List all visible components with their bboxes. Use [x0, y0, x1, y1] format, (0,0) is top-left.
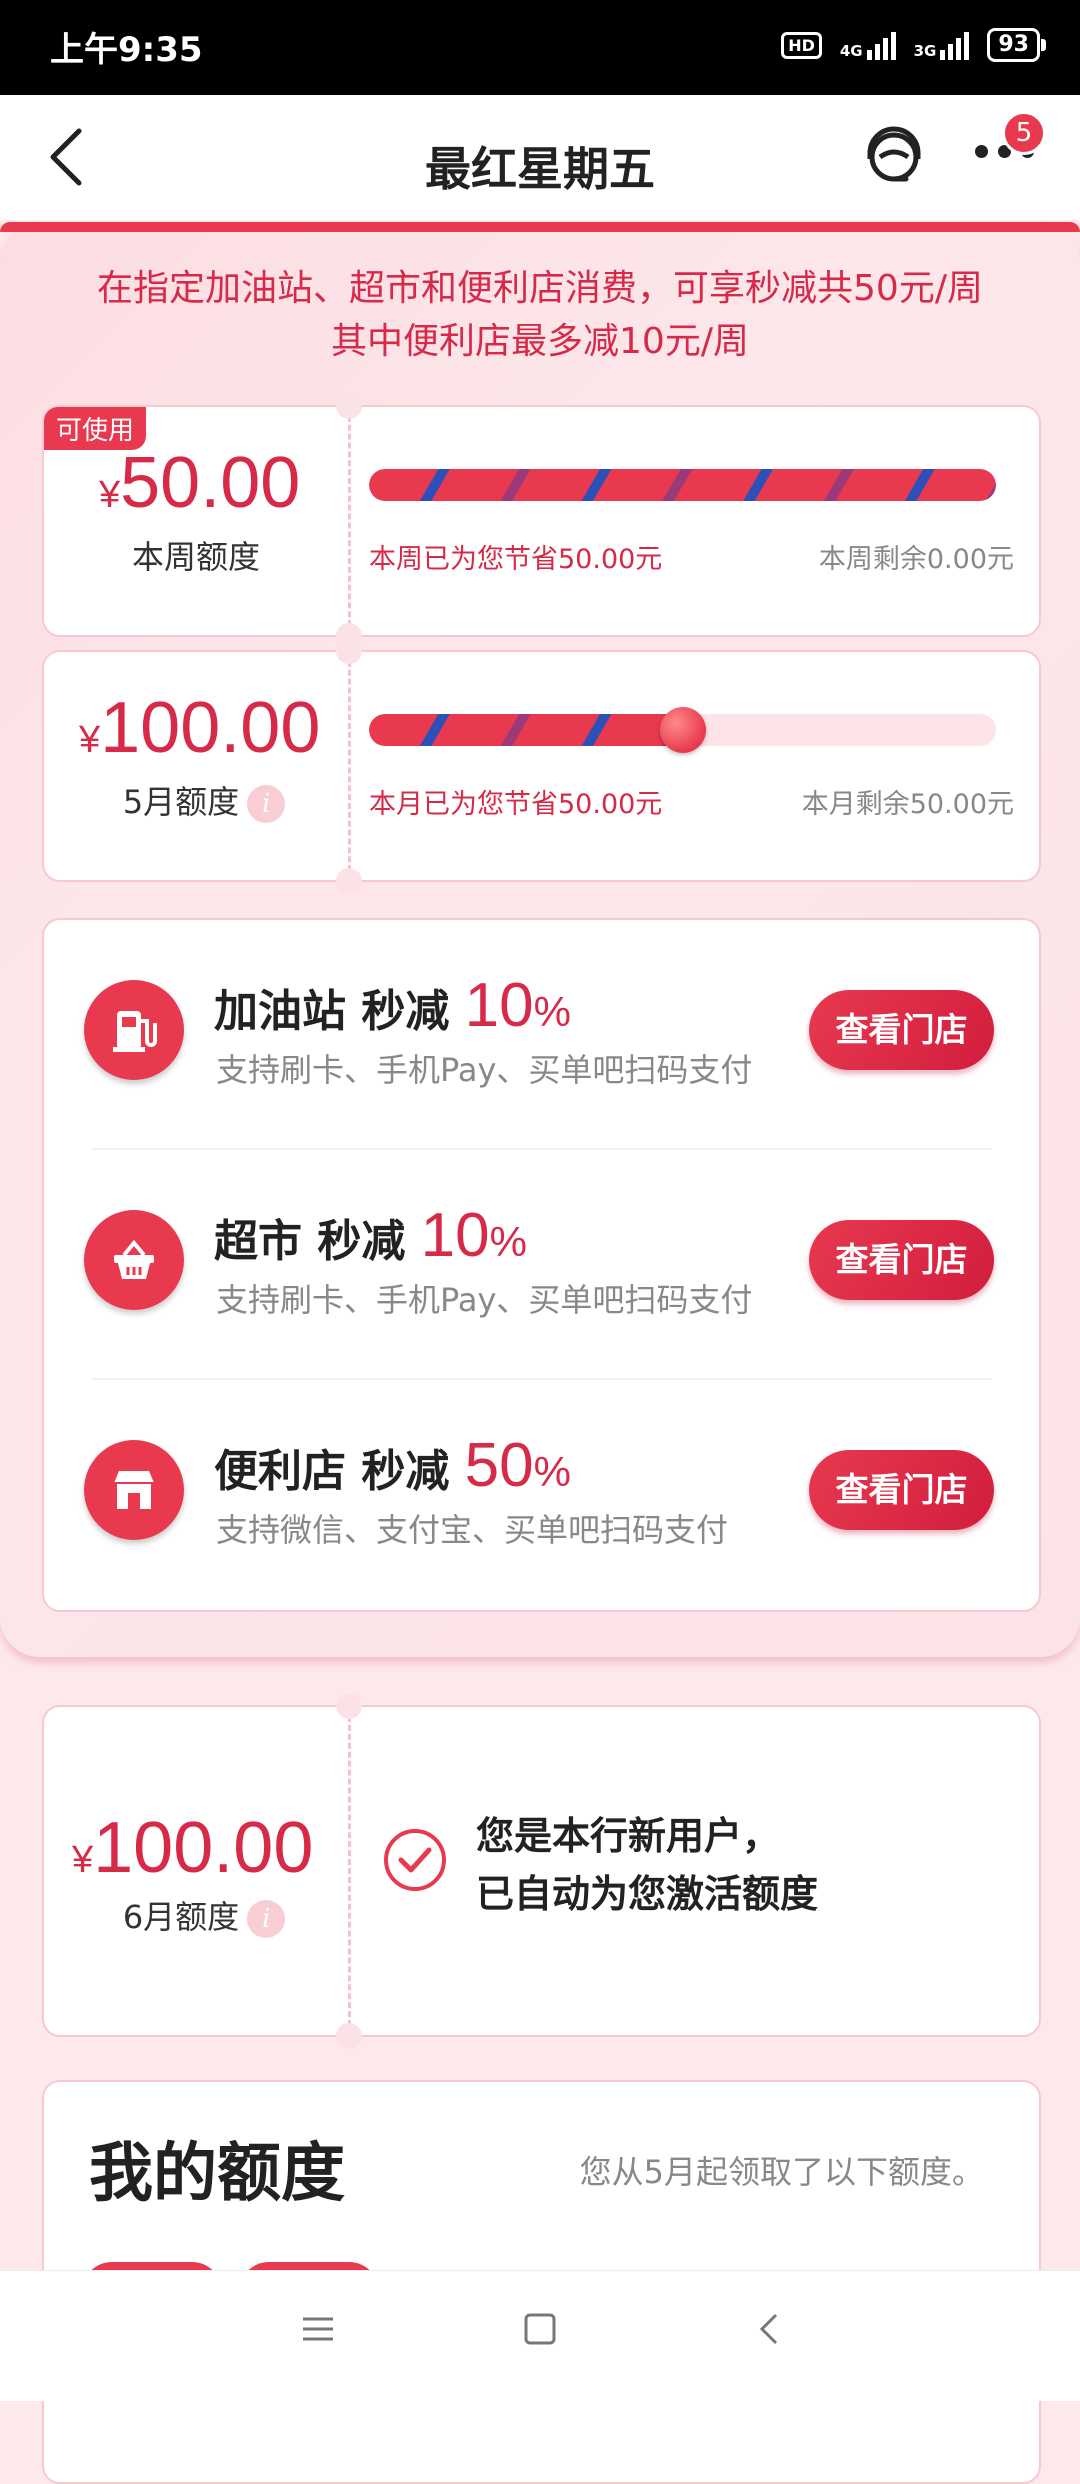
- section-subtitle: 您从5月起领取了以下额度。: [579, 2153, 984, 2191]
- progress-knob: [659, 707, 706, 753]
- status-icons: HD 4G 3G 93: [781, 28, 1046, 62]
- info-icon[interactable]: i: [247, 1900, 286, 1938]
- store-desc: 支持微信、支付宝、买单吧扫码支付: [216, 1511, 729, 1549]
- card-notch: [336, 2023, 362, 2049]
- list-item: 便利店 秒减 50% 支持微信、支付宝、买单吧扫码支付 查看门店: [44, 1380, 1039, 1610]
- customer-service-button[interactable]: [860, 123, 928, 195]
- menu-icon: [303, 2317, 333, 2341]
- section-title: 我的额度: [89, 2137, 345, 2211]
- new-user-line-1: 您是本行新用户，: [476, 1814, 781, 1858]
- monthly-remaining-text: 本月剩余50.00元: [801, 789, 1014, 820]
- view-stores-button[interactable]: 查看门店: [809, 1220, 994, 1300]
- status-time: 上午9:35: [50, 30, 203, 70]
- gas-station-icon: [84, 980, 184, 1080]
- menu-button[interactable]: [300, 2311, 336, 2351]
- new-user-line-2: 已自动为您激活额度: [476, 1872, 819, 1916]
- weekly-saved-text: 本周已为您节省50.00元: [369, 544, 663, 575]
- weekly-progress-bar: [369, 469, 996, 501]
- notification-badge: 5: [1002, 111, 1046, 155]
- view-stores-button[interactable]: 查看门店: [809, 990, 994, 1070]
- headset-icon: [867, 126, 921, 182]
- store-name: 便利店 秒减 50%: [214, 1431, 571, 1500]
- card-notch: [336, 868, 362, 894]
- battery-icon: 93: [987, 28, 1046, 62]
- monthly-progress-fill: [369, 714, 683, 746]
- monthly-label-text: 5月额度: [122, 783, 240, 821]
- view-stores-button[interactable]: 查看门店: [809, 1450, 994, 1530]
- card-notch: [336, 393, 362, 419]
- system-back-button[interactable]: [752, 2311, 788, 2351]
- home-button[interactable]: [522, 2311, 558, 2351]
- list-item: 加油站 秒减 10% 支持刷卡、手机Pay、买单吧扫码支付 查看门店: [44, 920, 1039, 1150]
- weekly-label: 本周额度: [131, 538, 260, 576]
- signal-3g-icon: 3G: [914, 30, 970, 60]
- nav-bar: 最红星期五 5: [0, 95, 1080, 220]
- weekly-quota-card: 可使用 ¥50.00 本周额度 本周已为您节省50.00元 本周剩余0.00元: [42, 393, 1041, 649]
- status-bar: 上午9:35 HD 4G 3G 93: [0, 0, 1080, 95]
- store-name: 超市 秒减 10%: [214, 1201, 527, 1270]
- store-desc: 支持刷卡、手机Pay、买单吧扫码支付: [216, 1281, 753, 1319]
- weekly-amount: ¥50.00: [99, 443, 301, 523]
- weekly-remaining-text: 本周剩余0.00元: [818, 544, 1014, 575]
- june-label-text: 6月额度: [122, 1898, 240, 1936]
- promo-headline: 在指定加油站、超市和便利店消费，可享秒减共50元/周 其中便利店最多减10元/周: [0, 262, 1080, 368]
- new-user-message: 您是本行新用户， 已自动为您激活额度: [476, 1807, 818, 1923]
- hd-icon: HD: [781, 31, 822, 59]
- dot-icon: [975, 145, 988, 158]
- store-name: 加油站 秒减 10%: [214, 971, 571, 1040]
- info-icon[interactable]: i: [247, 785, 286, 823]
- store-desc: 支持刷卡、手机Pay、买单吧扫码支付: [216, 1051, 753, 1089]
- dashed-divider: [348, 652, 351, 880]
- monthly-amount: ¥100.00: [79, 688, 321, 768]
- weekly-progress-fill: [369, 469, 996, 501]
- june-label: 6月额度 i: [74, 1892, 334, 1938]
- basket-icon: [84, 1210, 184, 1310]
- monthly-saved-text: 本月已为您节省50.00元: [369, 789, 663, 820]
- store-discount-list: 加油站 秒减 10% 支持刷卡、手机Pay、买单吧扫码支付 查看门店 超市 秒减…: [42, 918, 1041, 1612]
- june-amount: ¥100.00: [72, 1808, 314, 1888]
- check-circle-icon: [384, 1829, 446, 1891]
- card-notch: [336, 638, 362, 664]
- june-quota-card: ¥100.00 6月额度 i 您是本行新用户， 已自动为您激活额度: [42, 1693, 1041, 2049]
- chevron-left-icon: [759, 2313, 778, 2345]
- list-item: 超市 秒减 10% 支持刷卡、手机Pay、买单吧扫码支付 查看门店: [44, 1150, 1039, 1380]
- home-square-icon: [524, 2313, 556, 2345]
- headline-line-2: 其中便利店最多减10元/周: [331, 321, 749, 362]
- card-notch: [336, 1693, 362, 1719]
- panel-top-stripe: [0, 222, 1080, 232]
- dashed-divider: [348, 1707, 351, 2035]
- monthly-label: 5月额度 i: [74, 777, 334, 823]
- system-nav-bar: [0, 2270, 1080, 2401]
- monthly-quota-card: ¥100.00 5月额度 i 本月已为您节省50.00元 本月剩余50.00元: [42, 638, 1041, 894]
- dashed-divider: [348, 407, 351, 635]
- signal-4g-icon: 4G: [840, 30, 896, 60]
- store-icon: [84, 1440, 184, 1540]
- headline-line-1: 在指定加油站、超市和便利店消费，可享秒减共50元/周: [97, 268, 983, 309]
